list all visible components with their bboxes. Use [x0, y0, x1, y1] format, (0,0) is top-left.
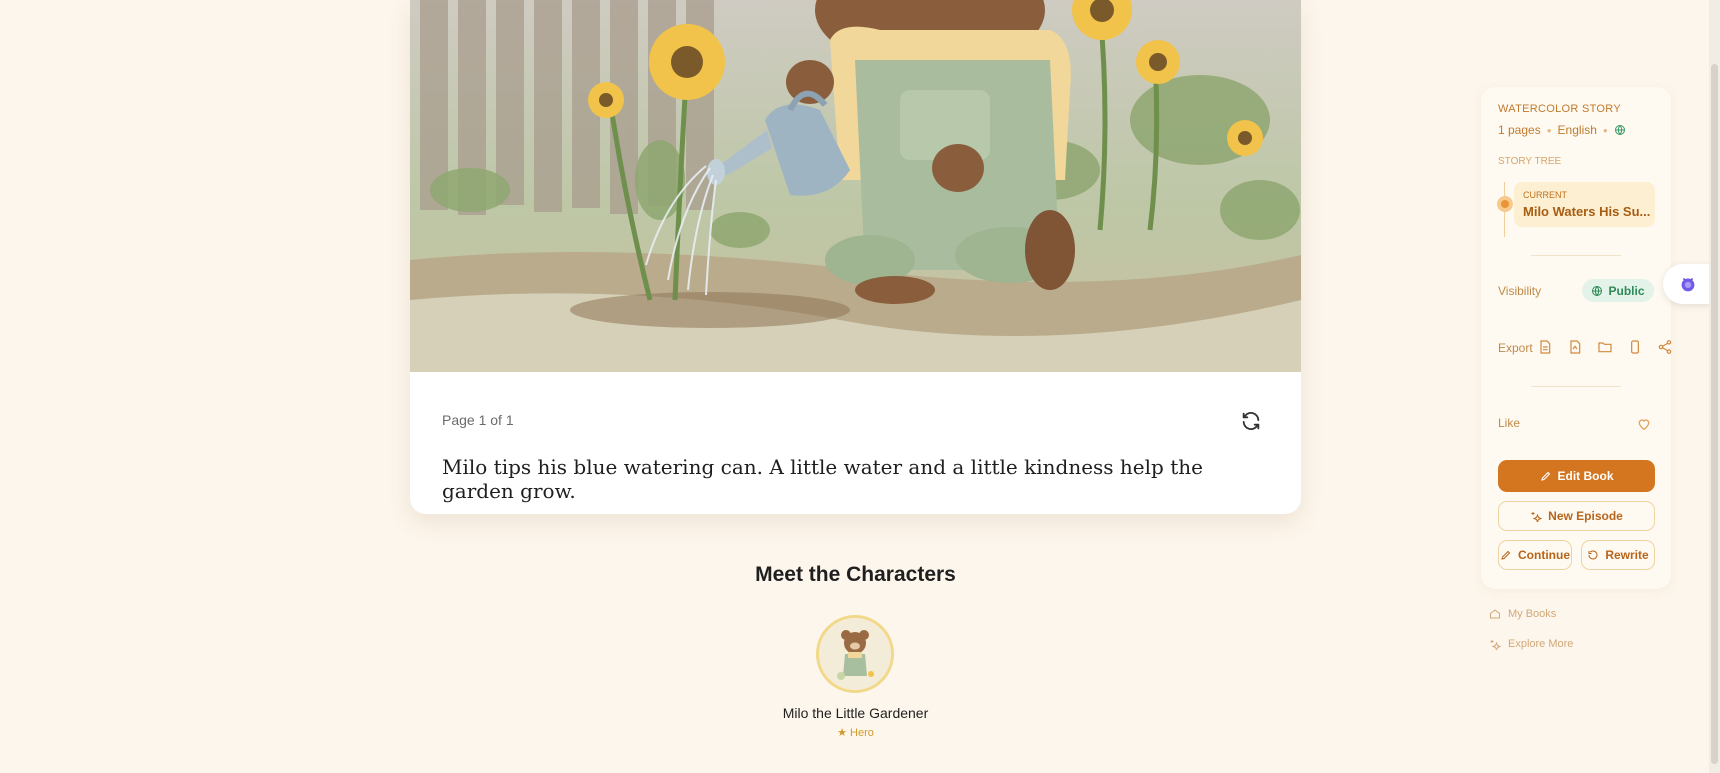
- story-language: English: [1557, 123, 1597, 137]
- divider: [1531, 386, 1621, 387]
- continue-label: Continue: [1518, 548, 1570, 562]
- assistant-icon: [1681, 277, 1695, 292]
- export-options: [1537, 339, 1673, 355]
- story-page-card: Page 1 of 1 Milo tips his blue watering …: [410, 0, 1301, 514]
- rewrite-button[interactable]: Rewrite: [1581, 540, 1655, 570]
- bear-avatar-icon: [819, 618, 891, 690]
- characters-heading: Meet the Characters: [755, 563, 956, 586]
- character-name: Milo the Little Gardener: [782, 705, 929, 721]
- like-label: Like: [1498, 416, 1521, 430]
- my-books-label: My Books: [1508, 608, 1557, 620]
- story-tree-label: STORY TREE: [1498, 156, 1562, 167]
- pdf-icon[interactable]: [1567, 339, 1583, 355]
- rewrite-label: Rewrite: [1605, 548, 1649, 562]
- visibility-label: Visibility: [1498, 284, 1542, 298]
- sparkles-icon: [1490, 640, 1501, 650]
- current-episode-card[interactable]: CURRENT Milo Waters His Su...: [1514, 182, 1655, 227]
- tree-node-current[interactable]: [1497, 196, 1513, 212]
- continue-button[interactable]: Continue: [1498, 540, 1572, 570]
- new-episode-button[interactable]: New Episode: [1498, 501, 1655, 531]
- explore-more-link[interactable]: Explore More: [1489, 638, 1573, 650]
- folder-icon[interactable]: [1597, 339, 1613, 355]
- story-illustration: [410, 0, 1301, 372]
- phone-icon[interactable]: [1627, 339, 1643, 355]
- story-style-label: WATERCOLOR STORY: [1498, 103, 1621, 115]
- separator-dot: ●: [1546, 125, 1552, 135]
- globe-icon: [1614, 125, 1625, 136]
- current-episode-title: Milo Waters His Su...: [1523, 204, 1651, 219]
- visibility-public-badge[interactable]: Public: [1582, 279, 1654, 302]
- export-label: Export: [1498, 341, 1533, 355]
- story-meta: 1 pages ● English ●: [1498, 123, 1626, 137]
- edit-book-label: Edit Book: [1557, 469, 1614, 483]
- page-scrollbar-thumb[interactable]: [1711, 64, 1718, 764]
- sparkles-icon: [1531, 512, 1543, 522]
- story-side-panel: WATERCOLOR STORY 1 pages ● English ● STO…: [1481, 87, 1673, 589]
- edit-book-button[interactable]: Edit Book: [1498, 460, 1655, 492]
- story-text: Milo tips his blue watering can. A littl…: [442, 455, 1203, 503]
- character-avatar[interactable]: [816, 615, 894, 693]
- heart-icon[interactable]: [1636, 416, 1652, 432]
- home-icon: [1490, 609, 1500, 619]
- document-icon[interactable]: [1537, 339, 1553, 355]
- character-role-badge: ★ Hero: [837, 727, 874, 739]
- current-tag: CURRENT: [1523, 190, 1567, 200]
- page-count: 1 pages: [1498, 123, 1541, 137]
- page-indicator: Page 1 of 1: [442, 412, 514, 428]
- new-episode-label: New Episode: [1548, 509, 1623, 523]
- explore-more-label: Explore More: [1508, 638, 1574, 650]
- regenerate-icon[interactable]: [1240, 410, 1262, 432]
- globe-icon: [1592, 285, 1603, 296]
- my-books-link[interactable]: My Books: [1489, 608, 1556, 620]
- pencil-icon: [1501, 550, 1511, 560]
- separator-dot: ●: [1602, 125, 1608, 135]
- rotate-icon: [1588, 550, 1598, 560]
- share-icon[interactable]: [1657, 339, 1673, 355]
- pencil-icon: [1540, 471, 1550, 481]
- visibility-value: Public: [1608, 283, 1645, 298]
- divider: [1531, 255, 1621, 256]
- assistant-float-button[interactable]: [1663, 264, 1713, 304]
